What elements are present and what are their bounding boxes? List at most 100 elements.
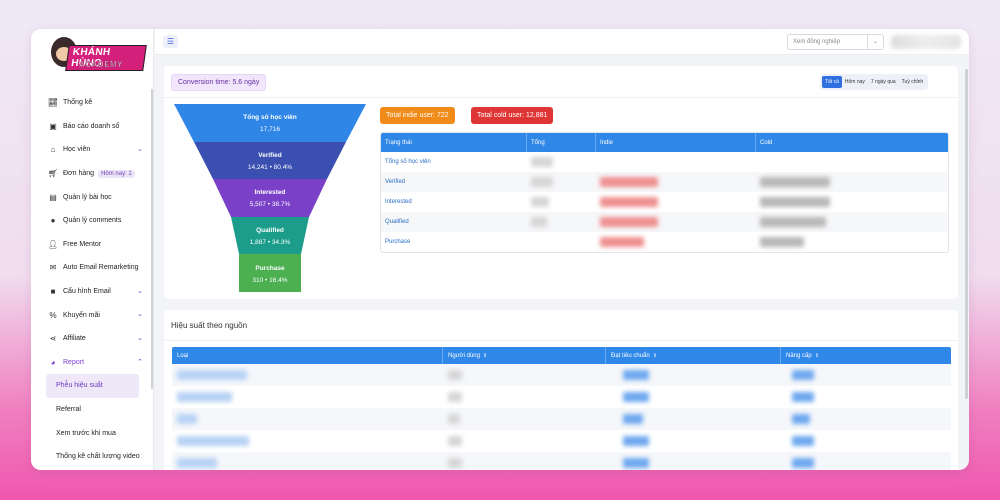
funnel-value-3: 1,887 • 34.3% [250, 239, 291, 246]
sidebar-item-cau-hinh-email[interactable]: ■ Cấu hình Email ⌄ [31, 280, 149, 304]
col-header-indie[interactable]: Indie [596, 133, 756, 152]
range-today-button[interactable]: Hôm nay [842, 76, 868, 88]
funnel-label-2: Interested [254, 189, 285, 196]
sidebar: KHÁNH HÙNG ACADEMY 📈︎ Thống kê ▣ Báo cáo… [31, 29, 154, 470]
section-title: Hiệu suất theo nguồn [171, 321, 248, 330]
colleague-select[interactable]: Xem đồng nghiệp ⌄ [787, 34, 884, 50]
row-label: Verified [385, 179, 406, 185]
redacted-cell [781, 408, 951, 430]
chevron-up-icon: ⌃ [137, 358, 143, 366]
sidebar-subitem-thong-ke-chat-luong-video[interactable]: Thống kê chất lượng video [31, 445, 149, 469]
redacted-cell [443, 408, 606, 430]
redacted-cell [756, 232, 948, 252]
col-header-qualified[interactable]: Đạt tiêu chuẩn ⇕ [606, 347, 781, 364]
col-header-type[interactable]: Loại [172, 347, 443, 364]
funnel-panel: Conversion time: 5.6 ngày Tất cả Hôm nay… [164, 66, 958, 299]
col-header-upgrade[interactable]: Nâng cấp ⇕ [781, 347, 951, 364]
range-all-button[interactable]: Tất cả [822, 76, 842, 88]
chevron-down-icon: ⌄ [137, 146, 143, 154]
sidebar-item-don-hang[interactable]: 🛒︎ Đơn hàng Hôm nay: 1 [31, 162, 149, 186]
range-custom-button[interactable]: Tuỳ chỉnh [899, 76, 927, 88]
sort-icon: ⇕ [814, 352, 819, 359]
sidebar-item-quan-ly-comments[interactable]: ● Quản lý comments [31, 209, 149, 233]
redacted-cell [606, 408, 781, 430]
sidebar-item-thong-ke[interactable]: 📈︎ Thống kê [31, 91, 149, 115]
redacted-cell [596, 192, 756, 212]
sidebar-item-label: Quản lý bài học [63, 193, 112, 201]
main-scrollbar[interactable] [965, 69, 968, 399]
sidebar-item-bao-cao-doanh-so[interactable]: ▣ Báo cáo doanh số [31, 115, 149, 139]
col-header-status[interactable]: Trạng thái [381, 133, 527, 152]
topbar: ☰ Xem đồng nghiệp ⌄ [155, 29, 969, 55]
col-header-total[interactable]: Tổng [527, 133, 596, 152]
user-menu[interactable] [891, 35, 961, 49]
divider [164, 340, 958, 341]
status-table: Trạng thái Tổng Indie Cold Tổng số học v… [380, 132, 949, 253]
redacted-cell [596, 232, 756, 252]
sidebar-toggle-button[interactable]: ☰ [163, 35, 178, 48]
range-7days-button[interactable]: 7 ngày qua [868, 76, 899, 88]
row-label: Interested [385, 199, 412, 205]
sidebar-item-auto-email-remarketing[interactable]: ✉ Auto Email Remarketing [31, 256, 149, 280]
divider [164, 97, 958, 98]
chevron-down-icon: ⌄ [137, 311, 143, 319]
redacted-cell [781, 364, 951, 386]
table-row [172, 430, 951, 452]
chart-line-icon: 📈︎ [47, 98, 59, 108]
redacted-cell [172, 452, 443, 470]
sidebar-subitem-xem-truoc-khi-mua[interactable]: Xem trước khi mua [31, 421, 149, 445]
redacted-cell [756, 192, 948, 212]
sidebar-item-free-mentor[interactable]: 👤︎ Free Mentor [31, 233, 149, 257]
total-cold-user-button[interactable]: Total cold user: 12,881 [471, 107, 554, 124]
redacted-cell [606, 430, 781, 452]
sort-icon: ⇕ [652, 352, 657, 359]
row-label: Purchase [385, 239, 411, 245]
col-header-type-label: Loại [177, 352, 189, 359]
sidebar-item-report[interactable]: ◕ Report ⌃ [31, 351, 149, 375]
orders-today-badge: Hôm nay: 1 [98, 169, 135, 178]
sidebar-item-label: Học viên [63, 146, 91, 154]
redacted-cell [527, 192, 596, 212]
redacted-cell [596, 152, 756, 172]
table-row: Qualified [381, 212, 948, 232]
table-row: Purchase [381, 232, 948, 252]
funnel-value-2: 5,507 • 38.7% [250, 201, 291, 208]
sidebar-subitem-pheu-hieu-suat[interactable]: Phễu hiệu suất [46, 374, 139, 398]
table-header: Trạng thái Tổng Indie Cold [381, 133, 948, 152]
video-icon: ■ [50, 287, 56, 297]
table-row [172, 386, 951, 408]
col-header-cold[interactable]: Cold [756, 133, 948, 152]
funnel-stage-1 [194, 142, 346, 179]
sidebar-item-khuyen-mai[interactable]: % Khuyến mãi ⌄ [31, 303, 149, 327]
redacted-cell [527, 172, 596, 192]
graduation-cap-icon: ⌂ [50, 145, 56, 155]
redacted-cell [172, 364, 443, 386]
sidebar-item-quan-ly-bai-hoc[interactable]: ▤ Quản lý bài học [31, 185, 149, 209]
share-icon: ⋖ [49, 334, 57, 344]
table-row [172, 452, 951, 470]
funnel-stage-0 [174, 104, 366, 142]
total-indie-user-button[interactable]: Total indie user: 722 [380, 107, 455, 124]
sidebar-item-label: Thống kê [63, 99, 93, 107]
funnel-label-1: Verified [258, 152, 282, 159]
table-row [172, 408, 951, 430]
redacted-cell [527, 212, 596, 232]
sidebar-item-affiliate[interactable]: ⋖ Affiliate ⌄ [31, 327, 149, 351]
row-label: Tổng số học viên [385, 159, 431, 165]
redacted-cell [596, 172, 756, 192]
redacted-cell [756, 212, 948, 232]
app-window: KHÁNH HÙNG ACADEMY 📈︎ Thống kê ▣ Báo cáo… [31, 29, 969, 470]
funnel-label-0: Tổng số học viên [243, 113, 296, 121]
table-row: Verified [381, 172, 948, 192]
redacted-cell [527, 152, 596, 172]
col-header-users[interactable]: Người dùng ⇕ [443, 347, 606, 364]
comments-icon: ● [50, 216, 56, 226]
academy-logo[interactable]: KHÁNH HÙNG ACADEMY [45, 35, 147, 77]
sidebar-item-hoc-vien[interactable]: ⌂ Học viên ⌄ [31, 138, 149, 162]
sidebar-subitem-referral[interactable]: Referral [31, 398, 149, 422]
sidebar-item-label: Đơn hàng [63, 170, 95, 178]
row-label: Qualified [385, 219, 409, 225]
table-body: Tổng số học viên Verified Interested Qua… [381, 152, 948, 252]
sidebar-scrollbar[interactable] [151, 89, 153, 389]
sort-icon: ⇕ [482, 352, 488, 359]
